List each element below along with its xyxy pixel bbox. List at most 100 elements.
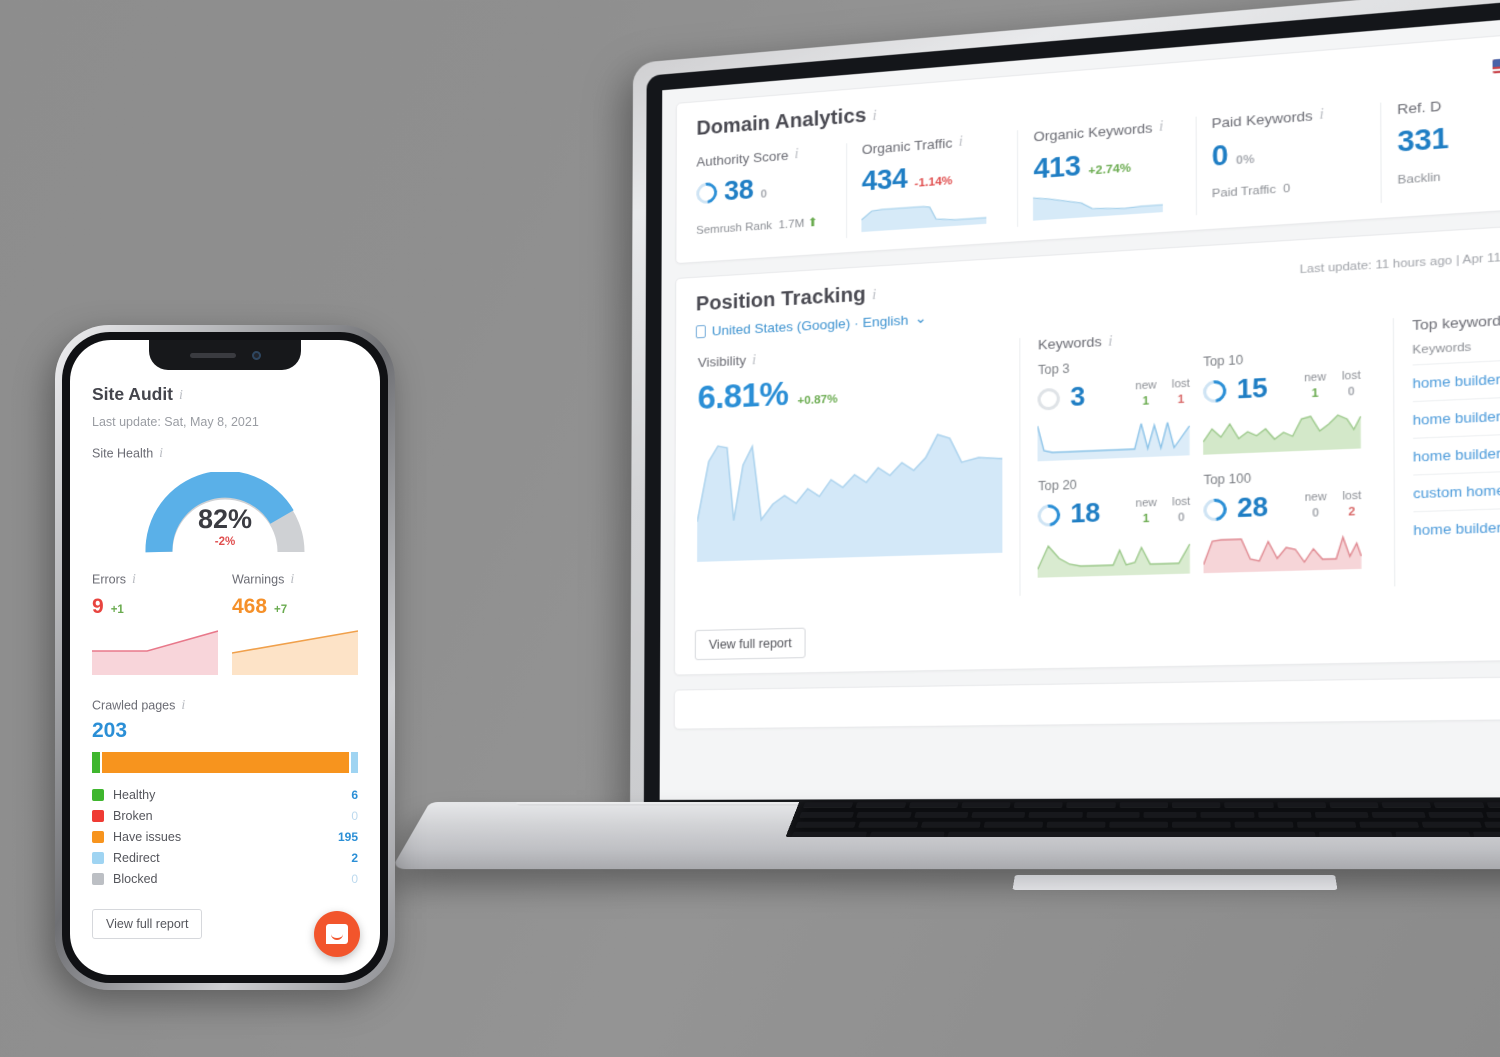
legend-value: 2 (351, 851, 358, 865)
info-icon[interactable]: i (795, 147, 799, 163)
keyword-tile-top3[interactable]: Top 3 3 new 1 lost 1 (1038, 354, 1203, 466)
top10-sparkline (1203, 408, 1361, 455)
metric-value: 434 (862, 163, 908, 198)
view-full-report-button-phone[interactable]: View full report (92, 909, 202, 939)
warnings-delta: +7 (274, 604, 287, 616)
intercom-chat-icon (326, 924, 348, 944)
legend-swatch (92, 873, 104, 885)
legend-label: Broken (113, 809, 351, 823)
legend-label: Have issues (113, 830, 338, 844)
organic-keywords-sparkline (1033, 185, 1163, 221)
info-icon[interactable]: i (290, 572, 294, 588)
keyboard-row (788, 819, 1500, 829)
intercom-chat-button[interactable] (314, 911, 360, 957)
new-count: new 1 (1135, 378, 1156, 412)
errors-warnings-row: Errors i 9 +1 Warnings i 468 +7 (92, 572, 358, 680)
legend-swatch (92, 852, 104, 864)
phone-frame: Site Audit i Last update: Sat, May 8, 202… (55, 325, 395, 990)
top-keyword-row[interactable]: home builder web ho... (1413, 394, 1500, 438)
laptop-display-bezel: Domain Analytics i Google Authority Score… (644, 0, 1500, 816)
metric-value: 331 (1397, 122, 1448, 159)
info-icon[interactable]: i (1159, 120, 1163, 137)
locale-selector[interactable]: Google (1493, 52, 1500, 75)
visibility-area-chart (697, 413, 1003, 562)
visibility-section: Visibility i 6.81% +0.87% (695, 338, 1021, 604)
position-tracking-locale-selector[interactable]: United States (Google) · English ⌄ (696, 311, 927, 340)
chevron-down-icon[interactable]: ⌄ (915, 311, 927, 328)
info-icon[interactable]: i (159, 446, 163, 462)
errors-block: Errors i 9 +1 (92, 572, 218, 680)
keyword-tile-top20[interactable]: Top 20 18 new 1 lost 0 (1038, 473, 1204, 583)
metric-label-text: Organic Traffic (862, 135, 953, 157)
errors-label: Errors (92, 572, 126, 586)
errors-value: 9 (92, 595, 104, 619)
legend-value: 0 (351, 809, 358, 823)
site-audit-card: Site Audit i Last update: Sat, May 8, 202… (70, 340, 380, 939)
tile-value: 15 (1237, 374, 1268, 406)
metric-label-text: Paid Keywords (1212, 108, 1313, 131)
dashboard-scroll-area[interactable]: Domain Analytics i Google Authority Score… (660, 12, 1500, 800)
position-tracking-title: Position Tracking (696, 284, 866, 316)
trend-up-icon: ⬆ (808, 217, 818, 230)
domain-analytics-title: Domain Analytics (696, 104, 866, 139)
site-health-delta: -2% (145, 536, 305, 548)
tile-value: 28 (1237, 493, 1268, 525)
metric-referring-domains: Ref. D 331 Backlin (1381, 88, 1500, 203)
info-icon[interactable]: i (872, 288, 876, 304)
legend-swatch (92, 831, 104, 843)
crawled-pages-value: 203 (92, 719, 358, 743)
legend-swatch (92, 789, 104, 801)
position-tracking-locale-label: United States (Google) · English (712, 312, 909, 338)
position-tracking-panel: Position Tracking i United States (Google… (674, 221, 1500, 676)
phone-bezel: Site Audit i Last update: Sat, May 8, 202… (62, 332, 388, 983)
info-icon[interactable]: i (873, 108, 877, 124)
top-keyword-row[interactable]: home builder web sit... (1413, 356, 1500, 400)
legend-swatch (92, 810, 104, 822)
info-icon[interactable]: i (1319, 107, 1323, 124)
top100-sparkline (1204, 528, 1362, 573)
top-keyword-row[interactable]: home builder web sit... (1413, 431, 1500, 474)
laptop-lid: Domain Analyticsi Google Authority Score… (630, 0, 1500, 826)
keyword-tile-top100[interactable]: Top 100 28 new 0 lost 2 (1203, 466, 1375, 578)
organic-traffic-sparkline (862, 198, 987, 233)
phone-mockup: Site Audit i Last update: Sat, May 8, 202… (55, 325, 395, 990)
info-icon[interactable]: i (179, 388, 183, 404)
bar-segment-healthy (92, 752, 100, 773)
rank-donut-icon (1034, 500, 1066, 531)
metric-organic-traffic: Organic Traffic i 434 -1.14% (847, 130, 1018, 238)
new-count: new 0 (1305, 490, 1327, 524)
metric-value: 38 (724, 175, 753, 208)
top-keyword-row[interactable]: custom home builder ... (1413, 468, 1500, 511)
metric-organic-keywords: Organic Keywords i 413 +2.74% (1019, 117, 1197, 228)
legend-item: Healthy 6 (92, 784, 358, 805)
metric-label-text: Organic Keywords (1033, 120, 1152, 144)
tile-value: 18 (1070, 499, 1100, 530)
speaker-grille-icon (190, 353, 236, 358)
metric-delta: -1.14% (915, 175, 953, 190)
top-keyword-row[interactable]: home builder paid sea... (1413, 506, 1500, 548)
info-icon[interactable]: i (181, 698, 185, 714)
tile-value: 3 (1070, 382, 1085, 413)
view-full-report-button-laptop[interactable]: View full report (695, 628, 806, 661)
lost-count: lost 1 (1172, 376, 1190, 410)
info-icon[interactable]: i (959, 135, 963, 152)
authority-donut-icon (692, 179, 721, 208)
rank-donut-icon (1199, 376, 1232, 407)
phone-notch (149, 340, 301, 370)
next-panel-placeholder (674, 675, 1500, 729)
metric-value: 0 (1212, 140, 1228, 174)
laptop-trackpad[interactable] (1012, 875, 1337, 890)
legend-item: Blocked 0 (92, 868, 358, 889)
errors-area-chart (92, 627, 218, 675)
semrush-rank-label: Semrush Rank (696, 220, 772, 237)
keyboard-row (792, 810, 1500, 820)
legend-value: 195 (338, 830, 358, 844)
info-icon[interactable]: i (1108, 334, 1112, 351)
info-icon[interactable]: i (132, 572, 136, 588)
position-tracking-title-group: Position Tracking i United States (Google… (696, 280, 927, 340)
laptop-keyboard[interactable] (785, 800, 1500, 837)
info-icon[interactable]: i (752, 353, 756, 369)
keyboard-row (796, 800, 1500, 810)
keyword-tile-top10[interactable]: Top 10 15 new 1 lost 0 (1203, 346, 1375, 460)
tile-rank-label: Top 3 (1038, 355, 1190, 377)
